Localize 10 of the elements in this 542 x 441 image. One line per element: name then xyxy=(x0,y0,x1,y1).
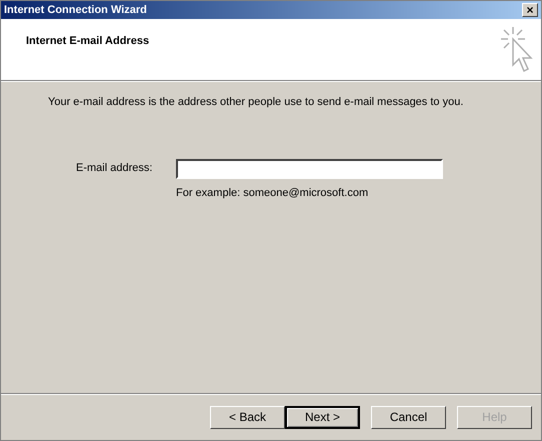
intro-text: Your e-mail address is the address other people use to send e-mail messages to you. xyxy=(48,95,464,110)
email-field[interactable] xyxy=(176,158,443,178)
page-title: Internet E-mail Address xyxy=(26,34,150,47)
email-label: E-mail address: xyxy=(76,161,154,176)
close-button[interactable]: × xyxy=(522,3,538,17)
wizard-button[interactable]: Cancel xyxy=(371,406,446,428)
window-title: Internet Connection Wizard xyxy=(4,2,147,18)
wizard-button[interactable]: Next > xyxy=(285,406,360,428)
example-hint: For example: someone@microsoft.com xyxy=(176,186,370,200)
wizard-button[interactable]: < Back xyxy=(210,406,285,428)
